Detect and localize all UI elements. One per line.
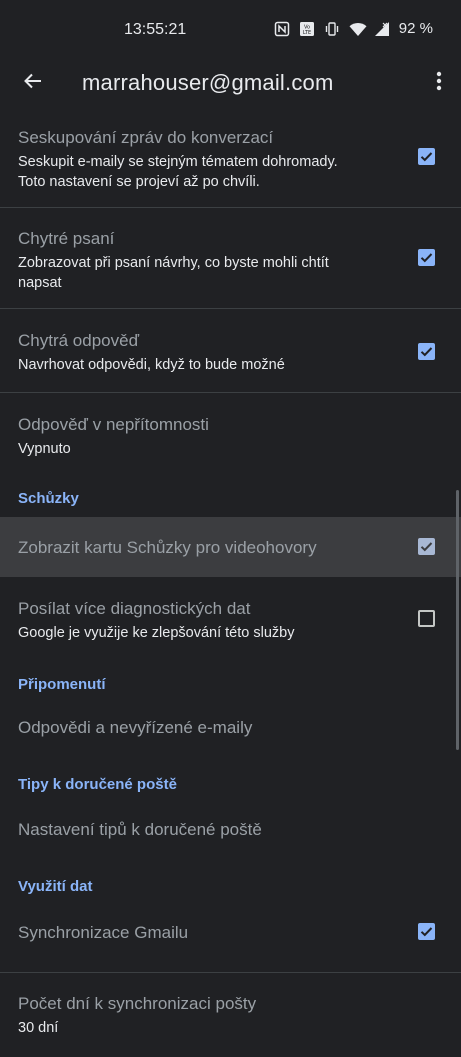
- setting-inbox-tips[interactable]: Nastavení tipů k doručené poště: [0, 799, 461, 877]
- setting-title: Chytrá odpověď: [18, 331, 140, 350]
- setting-sync-days[interactable]: Počet dní k synchronizaci pošty 30 dní: [0, 973, 461, 1057]
- check-icon: [420, 927, 433, 937]
- status-bar: 13:55:21 Vo LTE 92 %: [0, 0, 461, 60]
- setting-summary: Seskupit e-maily se stejným tématem dohr…: [18, 152, 391, 192]
- check-icon: [420, 152, 433, 162]
- summary-line: napsat: [18, 275, 62, 291]
- setting-summary: Navrhovat odpovědi, když to bude možné: [18, 357, 285, 373]
- setting-sync-gmail[interactable]: Synchronizace Gmailu: [0, 903, 461, 973]
- setting-title: Odpovědi a nevyřízené e-maily: [18, 718, 253, 737]
- volte-icon: Vo LTE: [299, 21, 315, 37]
- setting-title: Chytré psaní: [18, 229, 115, 248]
- wifi-icon: [349, 21, 367, 37]
- check-icon: [420, 253, 433, 263]
- setting-vacation-responder[interactable]: Odpověď v nepřítomnosti Vypnuto: [0, 393, 461, 479]
- setting-summary: Google je využije ke zlepšování této slu…: [18, 625, 295, 641]
- meet-tab-checkbox[interactable]: [418, 538, 435, 555]
- page-title: marrahouser@gmail.com: [82, 70, 334, 95]
- vibrate-icon: [324, 21, 340, 37]
- signal-icon: [374, 21, 390, 37]
- arrow-back-icon: [23, 71, 43, 96]
- conversation-view-checkbox[interactable]: [418, 148, 435, 165]
- check-icon: [420, 347, 433, 357]
- setting-summary: 30 dní: [18, 1020, 59, 1036]
- setting-reminders[interactable]: Odpovědi a nevyřízené e-maily: [0, 695, 461, 775]
- setting-summary: Zobrazovat při psaní návrhy, co byste mo…: [18, 253, 391, 293]
- setting-summary: Vypnuto: [18, 441, 71, 457]
- setting-title: Počet dní k synchronizaci pošty: [18, 994, 257, 1013]
- setting-diagnostics[interactable]: Posílat více diagnostických dat Google j…: [0, 577, 461, 673]
- back-button[interactable]: [16, 66, 50, 100]
- summary-line: Zobrazovat při psaní návrhy, co byste mo…: [18, 255, 329, 271]
- settings-list: Seskupování zpráv do konverzací Seskupit…: [0, 110, 461, 1057]
- setting-title: Odpověď v nepřítomnosti: [18, 415, 209, 434]
- sync-gmail-checkbox[interactable]: [418, 923, 435, 940]
- section-header-reminders: Připomenutí: [18, 676, 106, 693]
- diagnostics-checkbox[interactable]: [418, 610, 435, 627]
- setting-smart-compose[interactable]: Chytré psaní Zobrazovat při psaní návrhy…: [0, 208, 461, 309]
- setting-conversation-view[interactable]: Seskupování zpráv do konverzací Seskupit…: [0, 110, 461, 208]
- more-options-button[interactable]: [431, 68, 447, 98]
- section-header-inbox-tips: Tipy k doručené poště: [18, 776, 177, 793]
- smart-reply-checkbox[interactable]: [418, 343, 435, 360]
- setting-title: Zobrazit kartu Schůzky pro videohovory: [18, 538, 317, 557]
- more-vert-icon: [436, 71, 442, 96]
- summary-line: Toto nastavení se projeví až po chvíli.: [18, 174, 260, 190]
- setting-meet-tab[interactable]: Zobrazit kartu Schůzky pro videohovory: [0, 517, 461, 577]
- smart-compose-checkbox[interactable]: [418, 249, 435, 266]
- section-header-meet: Schůzky: [18, 490, 79, 507]
- check-icon: [420, 542, 433, 552]
- app-bar: marrahouser@gmail.com: [0, 60, 461, 106]
- status-icons: Vo LTE 92 %: [274, 20, 433, 37]
- status-time: 13:55:21: [124, 21, 187, 38]
- setting-title: Synchronizace Gmailu: [18, 923, 189, 942]
- nfc-icon: [274, 21, 290, 37]
- setting-title: Posílat více diagnostických dat: [18, 599, 251, 618]
- svg-text:LTE: LTE: [303, 30, 311, 36]
- setting-title: Nastavení tipů k doručené poště: [18, 820, 262, 839]
- setting-smart-reply[interactable]: Chytrá odpověď Navrhovat odpovědi, když …: [0, 309, 461, 393]
- scrollbar[interactable]: [456, 490, 459, 750]
- section-header-data-usage: Využití dat: [18, 878, 93, 895]
- setting-title: Seskupování zpráv do konverzací: [18, 128, 274, 147]
- battery-level: 92 %: [398, 20, 433, 37]
- summary-line: Seskupit e-maily se stejným tématem dohr…: [18, 154, 338, 170]
